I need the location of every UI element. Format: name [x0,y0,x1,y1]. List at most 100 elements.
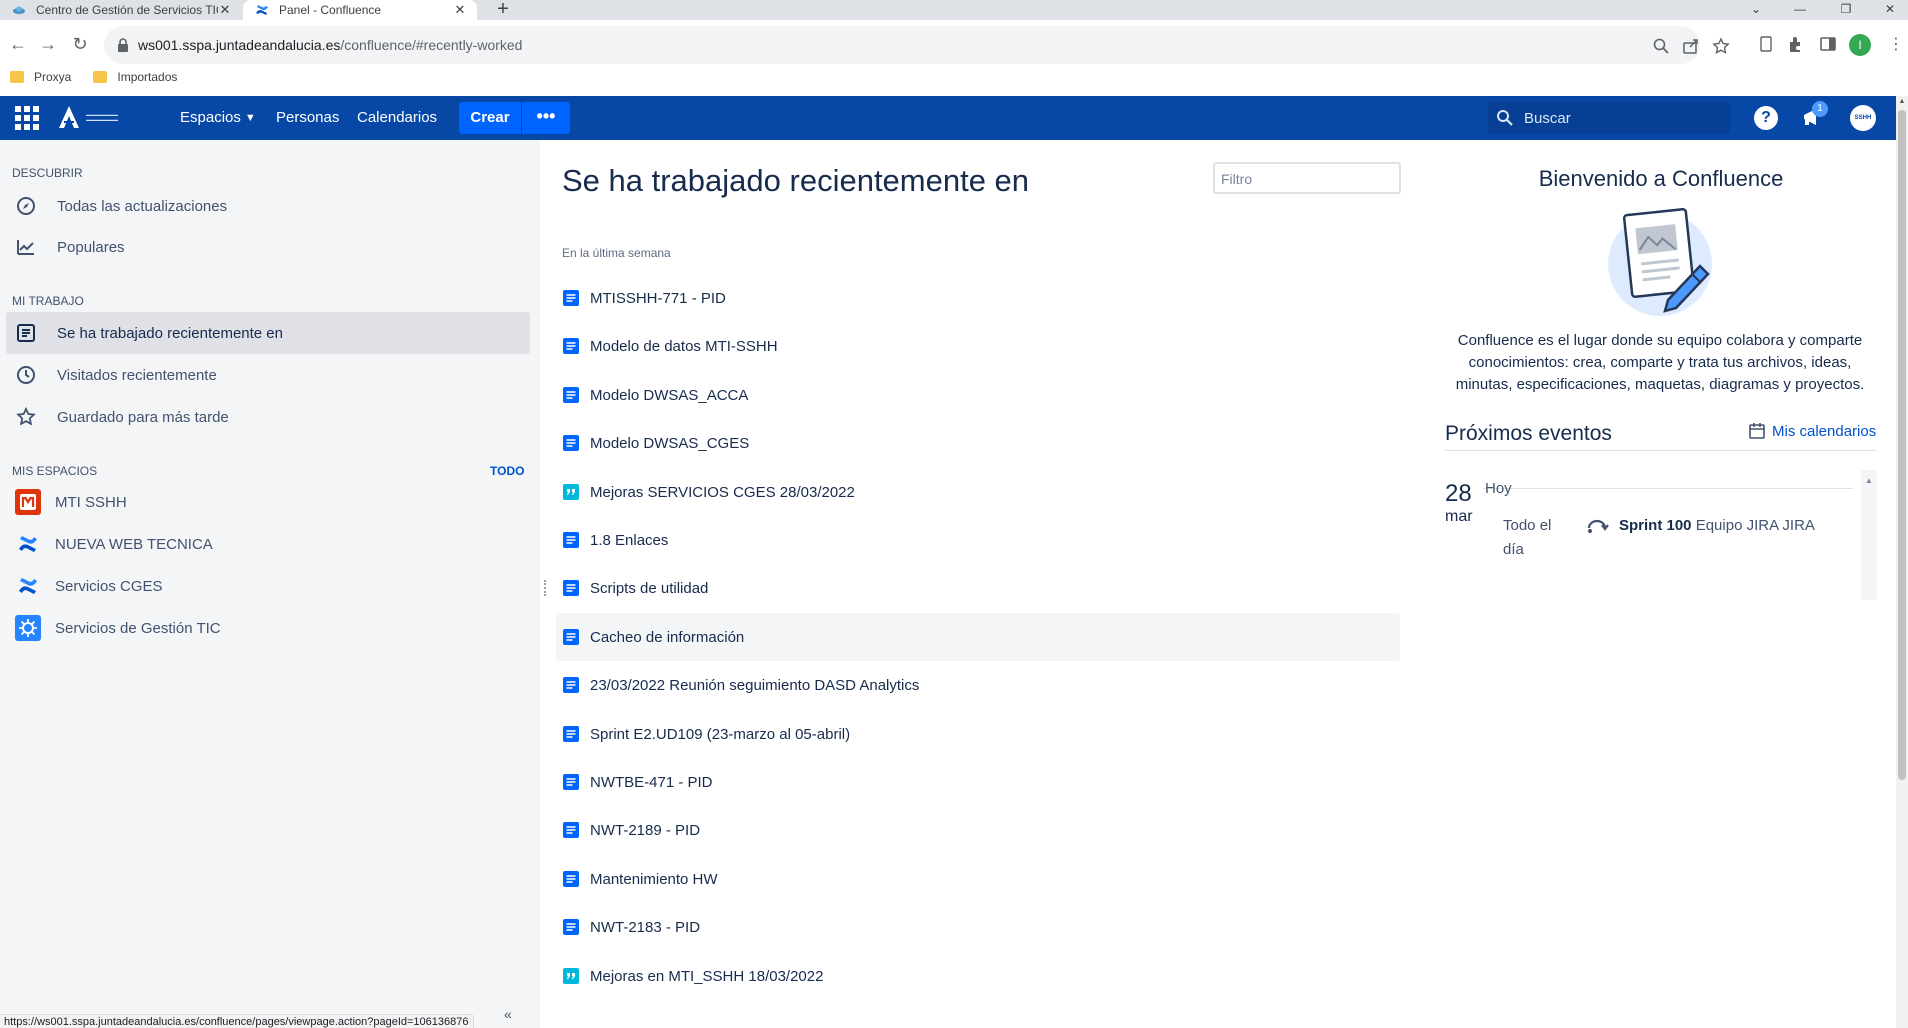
recent-item[interactable]: Mejoras en MTI_SSHH 18/03/2022 [556,952,1400,1000]
junta-logo-icon [59,106,79,128]
recent-item[interactable]: Scripts de utilidad [556,564,1400,612]
share-icon[interactable] [1682,37,1700,55]
page-icon [563,871,579,887]
sidebar-space-servicios-cges[interactable]: Servicios CGES [6,565,530,607]
recent-item-title: 1.8 Enlaces [590,531,669,549]
recent-item[interactable]: Modelo de datos MTI-SSHH [556,322,1400,370]
compass-icon [15,195,37,217]
sidebar-item-label: Servicios de Gestión TIC [55,619,221,637]
sidebar-space-nueva-web-tecnica[interactable]: NUEVA WEB TECNICA [6,523,530,565]
extension-doc-icon[interactable] [1756,34,1776,54]
extensions-icon[interactable] [1786,34,1806,54]
scroll-up-icon[interactable]: ▲ [1896,98,1908,105]
document-pencil-illustration [1608,208,1712,316]
close-tab-icon[interactable]: ✕ [453,2,467,18]
minimize-icon[interactable]: — [1786,0,1814,18]
recent-item[interactable]: Cacheo de información [556,613,1400,661]
junta-andalucia-logo[interactable]: ▬▬▬▬▬▬▬▬ ▬▬▬▬▬▬▬▬ [58,105,156,129]
profile-avatar[interactable]: I [1849,34,1871,56]
recent-item[interactable]: Sprint E2.UD109 (23-marzo al 05-abril) [556,710,1400,758]
scrollbar-thumb[interactable] [1898,110,1906,780]
tab-search-icon[interactable]: ⌄ [1742,0,1770,18]
close-tab-icon[interactable]: ✕ [218,2,232,18]
recent-item[interactable]: 1.8 Enlaces [556,516,1400,564]
bookmark-importados[interactable]: Importados [93,70,177,84]
back-icon[interactable]: ← [8,34,28,54]
collapse-sidebar-icon[interactable]: « [504,1006,512,1022]
sidebar-space-servicios-gestion-tic[interactable]: Servicios de Gestión TIC [6,607,530,649]
confluence-space-icon [15,573,41,599]
event-month: mar [1445,508,1473,525]
nav-people[interactable]: Personas [276,109,339,126]
recent-item[interactable]: NWT-2189 - PID [556,806,1400,854]
page-icon [15,322,37,344]
search-input[interactable]: Buscar [1488,102,1730,134]
events-scrollbar[interactable]: ▲ [1861,470,1877,600]
new-tab-button[interactable]: + [492,0,514,20]
nav-calendars[interactable]: Calendarios [357,109,437,126]
bookmark-star-icon[interactable] [1712,37,1730,55]
recent-item[interactable]: 23/03/2022 Reunión seguimiento DASD Anal… [556,661,1400,709]
sidebar-item-label: Guardado para más tarde [57,408,229,426]
event-item[interactable]: Sprint 100 Equipo JIRA JIRA [1619,514,1819,538]
page-icon [563,435,579,451]
filter-input[interactable]: Filtro [1213,162,1401,194]
recent-item[interactable]: Modelo DWSAS_CGES [556,419,1400,467]
sidebar-item-all-updates[interactable]: Todas las actualizaciones [6,185,530,227]
event-divider [1483,488,1853,489]
recent-item[interactable]: Modelo DWSAS_ACCA [556,371,1400,419]
create-more-button[interactable]: ••• [522,102,570,134]
section-label: En la última semana [562,246,671,260]
page-icon [563,580,579,596]
recent-item-title: Modelo de datos MTI-SSHH [590,337,778,355]
sidebar-item-recently-visited[interactable]: Visitados recientemente [6,354,530,396]
browser-menu-icon[interactable]: ⋮ [1888,34,1904,54]
recent-item[interactable]: Mantenimiento HW [556,855,1400,903]
browser-tab-confluence[interactable]: Panel - Confluence ✕ [243,0,477,20]
search-placeholder: Buscar [1524,110,1571,127]
events-title: Próximos eventos [1445,422,1612,445]
url-text: ws001.sspa.juntadeandalucia.es/confluenc… [138,37,522,53]
restore-icon[interactable]: ❐ [1832,0,1860,18]
bookmark-label: Proxya [34,70,72,84]
help-icon[interactable]: ? [1754,106,1778,130]
nav-spaces[interactable]: Espacios ▼ [180,109,256,126]
bookmark-proxya[interactable]: Proxya [10,70,71,84]
zoom-icon[interactable] [1652,37,1670,55]
recent-item-title: NWTBE-471 - PID [590,773,713,791]
spaces-all-link[interactable]: TODO [490,464,524,478]
my-calendars-link[interactable]: Mis calendarios [1748,422,1876,440]
sidebar-item-popular[interactable]: Populares [6,226,530,268]
app-switcher-icon[interactable] [14,105,40,131]
sidebar-resize-handle[interactable] [544,580,546,596]
recent-item[interactable]: MTISSHH-771 - PID [556,274,1400,322]
user-avatar[interactable]: SSHH [1850,105,1876,131]
confluence-icon [256,5,268,15]
mywork-heading: MI TRABAJO [12,294,84,308]
nav-spaces-label: Espacios [180,109,241,126]
create-button[interactable]: Crear [459,102,521,134]
event-name: Sprint 100 [1619,517,1692,534]
sidebar-item-saved-for-later[interactable]: Guardado para más tarde [6,396,530,438]
calendar-icon [1749,423,1765,439]
recent-item[interactable]: NWT-2183 - PID [556,903,1400,951]
page-icon [563,822,579,838]
reload-icon[interactable]: ↻ [70,34,90,54]
forward-icon[interactable]: → [38,34,58,54]
recent-item[interactable]: NWTBE-471 - PID [556,758,1400,806]
recent-item-title: Modelo DWSAS_ACCA [590,386,749,404]
browser-tab-cges[interactable]: Centro de Gestión de Servicios TIC ✕ [0,0,242,20]
url-host: ws001.sspa.juntadeandalucia.es [138,37,341,53]
event-calendar: Equipo JIRA JIRA [1695,517,1815,534]
blog-quote-icon [563,484,579,500]
address-bar[interactable]: ws001.sspa.juntadeandalucia.es/confluenc… [104,26,1730,64]
sidebar-item-recently-worked[interactable]: Se ha trabajado recientemente en [6,312,530,354]
sidebar-space-mti-sshh[interactable]: MTI SSHH [6,481,530,523]
window-close-icon[interactable]: ✕ [1876,0,1904,18]
page-scrollbar[interactable]: ▲ [1896,96,1908,1028]
trending-icon [15,236,37,258]
confluence-space-icon [15,531,41,557]
recent-item[interactable]: Mejoras SERVICIOS CGES 28/03/2022 [556,468,1400,516]
scroll-up-icon[interactable]: ▲ [1861,476,1877,485]
side-panel-icon[interactable] [1818,34,1838,54]
